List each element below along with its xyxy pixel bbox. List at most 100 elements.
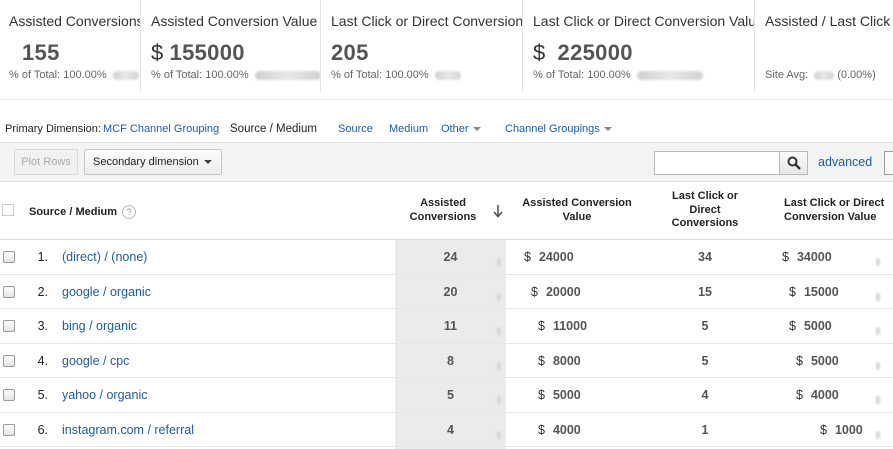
row-index: 6. [37, 422, 48, 437]
cell-last-click-conversions: 1 [701, 422, 709, 437]
cell-assisted-conversions: 20 [443, 284, 458, 299]
search-input[interactable] [654, 151, 780, 175]
advanced-filter-link[interactable]: advanced [818, 155, 872, 169]
table-row[interactable]: 3. bing / organic 11 $11000 5 $5000 [0, 309, 893, 344]
redaction-mark [497, 430, 501, 439]
metric-percent-of-total: % of Total: 100.00% [331, 69, 461, 81]
source-medium-link[interactable]: bing / organic [62, 319, 137, 333]
cell-assisted-conversions: 5 [447, 388, 454, 402]
view-toggle-button[interactable] [884, 151, 893, 175]
row-checkbox[interactable] [3, 320, 15, 332]
metric-percent-of-total: % of Total: 100.00% [151, 69, 320, 81]
cell-last-click-conversions: 5 [701, 319, 709, 333]
summary-card-assisted-conversion-value[interactable]: Assisted Conversion Value $155000 % of T… [142, 0, 321, 92]
cell-last-click-conversion-value: $1000 [820, 422, 863, 437]
source-medium-link[interactable]: google / cpc [62, 354, 129, 368]
metric-value: 205 [331, 40, 369, 65]
cell-last-click-conversion-value: $5000 [796, 353, 839, 368]
metric-site-average: Site Avg: (0.00%) [765, 69, 876, 81]
summary-card-assisted-last-click-ratio[interactable]: Assisted / Last Click or Direct Conversi… [756, 0, 893, 92]
search-button[interactable] [779, 151, 808, 175]
table-row[interactable]: 5. yahoo / organic 5 $5000 4 $4000 [0, 378, 893, 413]
table-toolbar: Plot Rows Secondary dimension advanced [0, 142, 893, 182]
row-checkbox[interactable] [3, 285, 15, 298]
summary-card-last-click-conversions[interactable]: Last Click or Direct Conversions 205 % o… [322, 0, 523, 92]
summary-card-last-click-conversion-value[interactable]: Last Click or Direct Conversion Value $2… [524, 0, 755, 92]
redaction-mark [497, 258, 501, 266]
dimension-other-dropdown[interactable]: Other [441, 116, 481, 142]
source-medium-link[interactable]: instagram.com / referral [62, 423, 194, 437]
primary-dimension-bar: Primary Dimension: MCF Channel Grouping … [0, 116, 893, 142]
sort-descending-icon[interactable] [492, 204, 504, 218]
table-row[interactable]: 2. google / organic 20 $20000 15 $15000 [0, 275, 893, 309]
cell-assisted-conversion-value: $20000 [531, 284, 581, 299]
row-checkbox[interactable] [3, 354, 15, 367]
row-checkbox[interactable] [3, 423, 15, 436]
redaction-mark [497, 361, 501, 370]
cell-assisted-conversion-value: $8000 [538, 353, 581, 368]
row-index: 2. [37, 284, 48, 299]
chevron-down-icon [603, 127, 612, 132]
redaction-mark [497, 292, 501, 301]
redaction-mark [876, 258, 880, 266]
select-all-checkbox[interactable] [2, 204, 14, 216]
redaction-mark [876, 361, 880, 370]
header-last-click-conversion-value[interactable]: Last Click or Direct Conversion Value [772, 197, 893, 224]
cell-last-click-conversions: 4 [701, 388, 709, 402]
secondary-dimension-dropdown[interactable]: Secondary dimension [84, 149, 222, 175]
cell-assisted-conversions: 11 [443, 319, 458, 333]
summary-card-assisted-conversions[interactable]: Assisted Conversions 155 % of Total: 100… [0, 0, 141, 92]
header-assisted-conversion-value[interactable]: Assisted Conversion Value [512, 197, 642, 224]
source-medium-link[interactable]: (direct) / (none) [62, 250, 147, 264]
cell-assisted-conversions: 4 [447, 422, 454, 437]
source-medium-link[interactable]: google / organic [62, 285, 151, 299]
cell-last-click-conversions: 15 [698, 284, 712, 299]
cell-assisted-conversion-value: $11000 [538, 319, 588, 333]
cell-last-click-conversion-value: $4000 [796, 388, 839, 402]
cell-last-click-conversion-value: $34000 [782, 250, 832, 264]
metric-label: Assisted / Last Click or Direct Conversi… [765, 13, 893, 29]
cell-last-click-conversions: 5 [701, 353, 709, 368]
metric-value: $225000 [533, 40, 633, 65]
help-icon[interactable]: ? [122, 205, 137, 219]
metric-label: Last Click or Direct Conversions [331, 13, 523, 29]
metric-value: 155 [22, 40, 60, 65]
dimension-source[interactable]: Source [338, 116, 373, 142]
table-row[interactable]: 6. instagram.com / referral 4 $4000 1 $1000 [0, 413, 893, 447]
cell-assisted-conversions: 24 [443, 250, 458, 264]
header-assisted-conversions[interactable]: Assisted Conversions [395, 197, 491, 224]
redaction-mark [876, 430, 880, 439]
table-row[interactable]: 4. google / cpc 8 $8000 5 $5000 [0, 344, 893, 378]
source-medium-link[interactable]: yahoo / organic [62, 388, 147, 402]
row-index: 1. [37, 250, 48, 264]
metric-label: Assisted Conversions [9, 13, 141, 29]
dimension-source-medium[interactable]: Source / Medium [230, 116, 317, 142]
row-checkbox[interactable] [3, 389, 15, 401]
metric-label: Last Click or Direct Conversion Value [533, 13, 755, 29]
redaction-mark [876, 292, 880, 301]
row-index: 5. [37, 388, 48, 402]
cell-last-click-conversion-value: $5000 [789, 319, 832, 333]
channel-groupings-dropdown[interactable]: Channel Groupings [505, 116, 612, 142]
metric-percent-of-total: % of Total: 100.00% [9, 69, 139, 81]
header-last-click-conversions[interactable]: Last Click or Direct Conversions [650, 190, 760, 231]
row-checkbox[interactable] [3, 251, 15, 263]
redaction-mark [876, 396, 880, 404]
cell-assisted-conversion-value: $4000 [538, 422, 581, 437]
redaction-mark [876, 327, 880, 335]
table-row[interactable]: 1. (direct) / (none) 24 $24000 34 $34000 [0, 240, 893, 275]
search-icon [787, 156, 801, 170]
chevron-down-icon [472, 127, 481, 132]
cell-assisted-conversions: 8 [447, 353, 454, 368]
metric-value: $155000 [151, 40, 245, 65]
dimension-medium[interactable]: Medium [389, 116, 428, 142]
table-header: Source / Medium? Assisted Conversions Ass… [0, 182, 893, 240]
metric-percent-of-total: % of Total: 100.00% [533, 69, 703, 81]
summary-strip: Assisted Conversions 155 % of Total: 100… [0, 0, 893, 100]
header-source-medium[interactable]: Source / Medium? [29, 205, 137, 219]
row-index: 3. [37, 319, 48, 333]
plot-rows-button[interactable]: Plot Rows [14, 149, 78, 175]
dimension-mcf-channel-grouping[interactable]: MCF Channel Grouping [103, 116, 219, 142]
row-index: 4. [37, 353, 48, 368]
redaction-mark [497, 396, 501, 404]
